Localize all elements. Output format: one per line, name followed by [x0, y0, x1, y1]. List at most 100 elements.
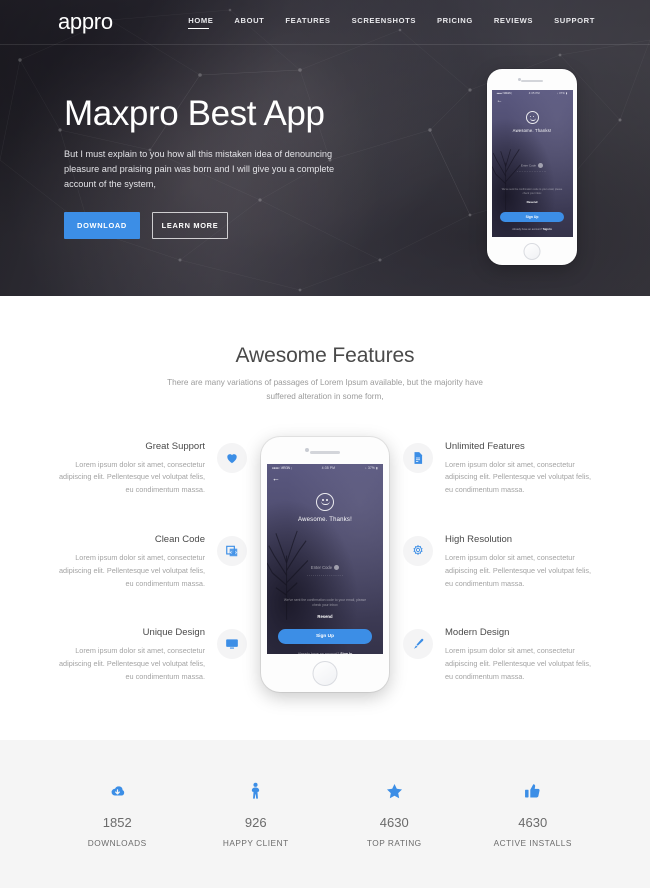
feature-text: Modern Design Lorem ipsum dolor sit amet… — [445, 627, 595, 683]
stat-active-installs: 4630 ACTIVE INSTALLS — [464, 780, 603, 848]
carrier-label: ●●●●○ VIRGIN ↨ — [272, 466, 292, 471]
nav-item-screenshots[interactable]: SCREENSHOTS — [352, 16, 416, 29]
cloud-download-icon — [48, 780, 187, 802]
signin-prompt: Already have an account? Sign In — [492, 228, 573, 231]
hero-title: Maxpro Best App — [64, 94, 325, 133]
code-input-field[interactable]: Enter Code — [267, 564, 383, 571]
features-title: Awesome Features — [235, 344, 415, 367]
smiley-mouth — [321, 501, 330, 506]
feature-item-high-resolution[interactable]: High Resolution Lorem ipsum dolor sit am… — [403, 534, 595, 590]
features-phone-mockup: ●●●●○ VIRGIN ↨ 4:35 PM ↓ 37% ▮ ← Awesome… — [261, 436, 389, 692]
battery-label: ↓ 37% ▮ — [556, 92, 568, 95]
feature-item-clean-code[interactable]: Clean Code Lorem ipsum dolor sit amet, c… — [55, 534, 247, 590]
resend-link[interactable]: Resend — [492, 200, 573, 204]
phone-body: ●●●●○ VIRGIN ↨ 4:35 PM ↓ 37% ▮ ← Awesome… — [487, 69, 577, 265]
feature-text: High Resolution Lorem ipsum dolor sit am… — [445, 534, 595, 590]
nav-item-home[interactable]: HOME — [188, 16, 213, 29]
code-input-field[interactable]: Enter Code — [492, 163, 573, 168]
download-button[interactable]: DOWNLOAD — [64, 212, 140, 240]
code-cursor — [334, 565, 340, 571]
hero-content: Maxpro Best App But I must explain to yo… — [64, 94, 364, 240]
confirmation-hint: We've sent the confirmation code to your… — [501, 188, 563, 195]
confirmation-hint: We've sent the confirmation code to your… — [283, 598, 367, 608]
have-account-text: Already have an account? — [298, 652, 340, 653]
nav-item-pricing[interactable]: PRICING — [437, 16, 473, 29]
feature-text: Unique Design Lorem ipsum dolor sit amet… — [55, 627, 205, 683]
hero-button-group: DOWNLOAD LEARN MORE — [64, 212, 364, 240]
feature-description: Lorem ipsum dolor sit amet, consectetur … — [445, 552, 592, 588]
brush-icon — [403, 629, 433, 660]
hero-section: appro HOME ABOUT FEATURES SCREENSHOTS PR… — [0, 0, 650, 296]
stat-happy-client: 926 HAPPY CLIENT — [187, 780, 326, 848]
feature-description: Lorem ipsum dolor sit amet, consectetur … — [58, 552, 205, 588]
app-heading: Awesome. Thanks! — [297, 516, 352, 523]
signin-link[interactable]: Sign In — [340, 652, 352, 653]
carrier-label: ●●●●○ VIRGIN ↨ — [496, 92, 513, 95]
time-label: 4:35 PM — [321, 466, 336, 471]
feature-title: High Resolution — [445, 533, 513, 545]
nav-item-reviews[interactable]: REVIEWS — [494, 16, 533, 29]
app-ui: ●●●●○ VIRGIN ↨ 4:35 PM ↓ 37% ▮ ← Awesome… — [492, 90, 573, 237]
have-account-text: Already have an account? — [512, 228, 543, 232]
resend-link[interactable]: Resend — [267, 614, 383, 619]
phone-speaker — [521, 80, 543, 83]
phone-home-button[interactable] — [312, 660, 338, 686]
site-logo[interactable]: appro — [58, 9, 113, 35]
back-arrow-icon[interactable]: ← — [492, 98, 573, 104]
stat-value: 4630 — [518, 815, 548, 830]
features-grid: Great Support Lorem ipsum dolor sit amet… — [0, 436, 650, 706]
phone-screen: ●●●●○ VIRGIN ↨ 4:35 PM ↓ 37% ▮ ← Awesome… — [267, 463, 383, 654]
feature-item-unique-design[interactable]: Unique Design Lorem ipsum dolor sit amet… — [55, 627, 247, 683]
signin-link[interactable]: Sign In — [543, 228, 552, 231]
code-placeholder: Enter Code — [520, 163, 537, 168]
feature-title: Modern Design — [445, 627, 510, 639]
signin-prompt: Already have an account? Sign In — [267, 652, 383, 653]
stat-value: 926 — [244, 815, 267, 830]
feature-title: Great Support — [145, 440, 205, 452]
stat-value: 4630 — [379, 815, 409, 830]
star-icon — [325, 780, 464, 802]
features-subtitle: There are many variations of passages of… — [167, 378, 483, 402]
learn-more-button[interactable]: LEARN MORE — [152, 212, 228, 240]
feature-title: Unique Design — [142, 627, 205, 639]
stat-label: HAPPY CLIENT — [222, 838, 289, 848]
site-header: appro HOME ABOUT FEATURES SCREENSHOTS PR… — [0, 0, 650, 45]
stat-label: ACTIVE INSTALLS — [493, 838, 572, 848]
feature-description: Lorem ipsum dolor sit amet, consectetur … — [58, 646, 205, 681]
document-icon — [403, 442, 433, 473]
stat-label: TOP RATING — [366, 838, 422, 848]
app-ui: ●●●●○ VIRGIN ↨ 4:35 PM ↓ 37% ▮ ← Awesome… — [267, 464, 383, 654]
hero-phone-mockup: ●●●●○ VIRGIN ↨ 4:35 PM ↓ 37% ▮ ← Awesome… — [487, 69, 577, 265]
monitor-icon — [217, 629, 247, 660]
thumbs-up-icon — [464, 780, 603, 802]
stats-section: 1852 DOWNLOADS 926 HAPPY CLIENT 4630 TOP… — [0, 740, 650, 888]
feature-item-unlimited-features[interactable]: Unlimited Features Lorem ipsum dolor sit… — [403, 441, 595, 497]
feature-description: Lorem ipsum dolor sit amet, consectetur … — [445, 646, 592, 681]
stat-downloads: 1852 DOWNLOADS — [48, 780, 187, 848]
feature-text: Great Support Lorem ipsum dolor sit amet… — [55, 441, 205, 497]
smiley-face-icon — [316, 492, 334, 511]
nav-item-features[interactable]: FEATURES — [285, 16, 330, 29]
feature-item-great-support[interactable]: Great Support Lorem ipsum dolor sit amet… — [55, 441, 247, 497]
feature-description: Lorem ipsum dolor sit amet, consectetur … — [445, 459, 592, 495]
feature-text: Unlimited Features Lorem ipsum dolor sit… — [445, 441, 595, 497]
phone-home-button[interactable] — [523, 243, 541, 260]
nav-item-support[interactable]: SUPPORT — [554, 16, 595, 29]
person-icon — [187, 780, 326, 802]
feature-title: Unlimited Features — [445, 440, 525, 452]
phone-status-bar: ●●●●○ VIRGIN ↨ 4:35 PM ↓ 37% ▮ — [492, 90, 573, 97]
phone-body: ●●●●○ VIRGIN ↨ 4:35 PM ↓ 37% ▮ ← Awesome… — [261, 437, 389, 692]
time-label: 4:35 PM — [528, 92, 540, 95]
back-arrow-icon[interactable]: ← — [267, 474, 383, 483]
code-placeholder: Enter Code — [310, 564, 333, 570]
feature-item-modern-design[interactable]: Modern Design Lorem ipsum dolor sit amet… — [403, 627, 595, 683]
app-heading: Awesome. Thanks! — [512, 128, 552, 133]
phone-camera-icon — [305, 447, 309, 452]
feature-text: Clean Code Lorem ipsum dolor sit amet, c… — [55, 534, 205, 590]
signup-button[interactable]: Sign Up — [278, 629, 372, 645]
signup-button[interactable]: Sign Up — [500, 211, 564, 223]
code-window-icon — [217, 535, 247, 566]
landing-page: appro HOME ABOUT FEATURES SCREENSHOTS PR… — [0, 0, 650, 888]
nav-item-about[interactable]: ABOUT — [234, 16, 264, 29]
phone-status-bar: ●●●●○ VIRGIN ↨ 4:35 PM ↓ 37% ▮ — [267, 464, 383, 473]
